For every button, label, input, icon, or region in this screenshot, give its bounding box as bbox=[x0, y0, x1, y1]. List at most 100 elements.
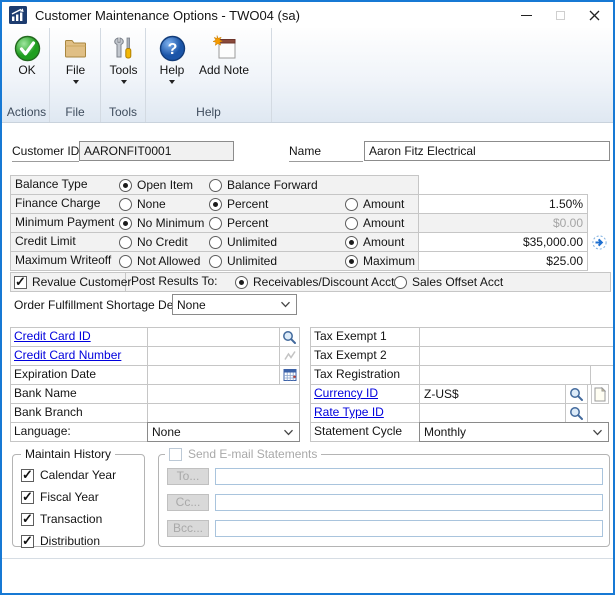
maintain-history-title: Maintain History bbox=[21, 447, 115, 461]
rate-type-id-field[interactable] bbox=[419, 403, 566, 423]
radio-label: No Credit bbox=[137, 235, 188, 249]
radio-fc-amount[interactable]: Amount bbox=[345, 194, 404, 214]
credit-limit-expansion-button[interactable] bbox=[591, 234, 607, 250]
rate-type-id-link[interactable]: Rate Type ID bbox=[314, 403, 384, 422]
radio-cl-amount[interactable]: Amount bbox=[345, 232, 404, 252]
radio-mw-not-allowed[interactable]: Not Allowed bbox=[119, 251, 200, 271]
radio-mp-amount[interactable]: Amount bbox=[345, 213, 404, 233]
customer-id-field[interactable]: AARONFIT0001 bbox=[79, 141, 234, 161]
transaction-checkbox[interactable]: Transaction bbox=[21, 512, 102, 526]
bank-name-field[interactable] bbox=[147, 384, 300, 404]
currency-id-link[interactable]: Currency ID bbox=[314, 384, 378, 403]
send-email-statements-group: Send E-mail Statements To... Cc... Bcc..… bbox=[158, 454, 610, 547]
radio-label: Amount bbox=[363, 216, 404, 230]
radio-balance-forward[interactable]: Balance Forward bbox=[209, 175, 318, 195]
order-fulfillment-value: None bbox=[173, 296, 280, 314]
cc-button: Cc... bbox=[167, 494, 209, 511]
left-panel: Credit Card ID Credit Card Number Expira… bbox=[10, 327, 300, 443]
rate-type-id-lookup-button[interactable] bbox=[565, 403, 588, 423]
tools-button[interactable]: Tools bbox=[101, 31, 146, 84]
radio-mw-maximum[interactable]: Maximum bbox=[345, 251, 415, 271]
expansion-icon bbox=[592, 235, 607, 250]
radio-receivables-discount-acct[interactable]: Receivables/Discount Acct bbox=[235, 272, 394, 292]
tax-exempt-2-field[interactable] bbox=[419, 346, 614, 366]
checkbox-icon bbox=[169, 448, 182, 461]
credit-card-id-link[interactable]: Credit Card ID bbox=[14, 327, 91, 346]
add-note-button[interactable]: Add Note bbox=[196, 31, 252, 77]
checkbox-label: Fiscal Year bbox=[40, 490, 99, 504]
expiration-date-label: Expiration Date bbox=[14, 365, 96, 384]
currency-id-lookup-button[interactable] bbox=[565, 384, 588, 404]
radio-fc-none[interactable]: None bbox=[119, 194, 166, 214]
radio-icon bbox=[119, 217, 132, 230]
radio-icon bbox=[119, 236, 132, 249]
lookup-icon bbox=[282, 330, 297, 345]
credit-card-id-field[interactable] bbox=[147, 327, 280, 347]
radio-mp-percent[interactable]: Percent bbox=[209, 213, 268, 233]
expiration-date-field[interactable] bbox=[147, 365, 280, 385]
credit-card-number-field[interactable] bbox=[147, 346, 280, 366]
radio-cl-no-credit[interactable]: No Credit bbox=[119, 232, 188, 252]
bank-name-label: Bank Name bbox=[14, 384, 77, 403]
credit-card-id-lookup-button[interactable] bbox=[279, 327, 300, 347]
statement-cycle-label: Statement Cycle bbox=[314, 422, 402, 441]
currency-id-field[interactable]: Z-US$ bbox=[419, 384, 566, 404]
distribution-checkbox[interactable]: Distribution bbox=[21, 534, 100, 548]
ok-button[interactable]: OK bbox=[4, 31, 50, 77]
ribbon: OK Actions File File T bbox=[2, 28, 613, 123]
ok-button-label: OK bbox=[4, 64, 50, 77]
checkbox-icon bbox=[21, 491, 34, 504]
ribbon-group-actions: OK Actions bbox=[4, 28, 50, 122]
chevron-down-icon bbox=[73, 80, 79, 84]
radio-label: Percent bbox=[227, 197, 268, 211]
ribbon-group-help: ? Help Add Note Help bbox=[146, 28, 272, 122]
ribbon-group-actions-label: Actions bbox=[4, 105, 49, 119]
expiration-date-calendar-button[interactable] bbox=[279, 365, 300, 385]
bank-branch-field[interactable] bbox=[147, 403, 300, 423]
bcc-field bbox=[215, 520, 603, 537]
order-fulfillment-select[interactable]: None bbox=[172, 294, 297, 315]
credit-limit-value-field[interactable]: $35,000.00 bbox=[418, 232, 588, 252]
add-note-icon bbox=[211, 35, 238, 62]
radio-icon bbox=[394, 276, 407, 289]
close-button[interactable] bbox=[577, 2, 611, 28]
radio-mp-no-minimum[interactable]: No Minimum bbox=[119, 213, 204, 233]
credit-card-number-link[interactable]: Credit Card Number bbox=[14, 346, 121, 365]
finance-charge-value-field[interactable]: 1.50% bbox=[418, 194, 588, 214]
maximize-button bbox=[543, 2, 577, 28]
tools-icon bbox=[110, 35, 137, 62]
radio-icon bbox=[209, 179, 222, 192]
minimum-payment-value-field: $0.00 bbox=[418, 213, 588, 233]
maintain-history-group: Maintain History Calendar Year Fiscal Ye… bbox=[12, 454, 145, 547]
radio-cl-unlimited[interactable]: Unlimited bbox=[209, 232, 277, 252]
checkbox-label: Calendar Year bbox=[40, 468, 116, 482]
file-button-label: File bbox=[50, 64, 101, 77]
radio-icon bbox=[209, 217, 222, 230]
currency-note-button[interactable] bbox=[591, 384, 609, 404]
radio-label: Amount bbox=[363, 197, 404, 211]
bank-branch-label: Bank Branch bbox=[14, 403, 83, 422]
lookup-icon bbox=[569, 406, 584, 421]
file-button[interactable]: File bbox=[50, 31, 101, 84]
folder-icon bbox=[62, 35, 89, 62]
fiscal-year-checkbox[interactable]: Fiscal Year bbox=[21, 490, 99, 504]
tax-exempt-1-field[interactable] bbox=[419, 327, 614, 347]
tax-registration-field[interactable] bbox=[419, 365, 591, 385]
revalue-customer-checkbox[interactable]: Revalue Customer bbox=[14, 272, 131, 292]
language-select[interactable]: None bbox=[147, 422, 300, 442]
language-label: Language: bbox=[14, 422, 71, 441]
ribbon-group-file: File File bbox=[50, 28, 101, 122]
radio-fc-percent[interactable]: Percent bbox=[209, 194, 268, 214]
calendar-year-checkbox[interactable]: Calendar Year bbox=[21, 468, 116, 482]
name-field[interactable]: Aaron Fitz Electrical bbox=[364, 141, 610, 161]
add-note-button-label: Add Note bbox=[196, 64, 252, 77]
help-button[interactable]: ? Help bbox=[150, 31, 194, 84]
titlebar: Customer Maintenance Options - TWO04 (sa… bbox=[2, 2, 613, 28]
radio-mw-unlimited[interactable]: Unlimited bbox=[209, 251, 277, 271]
statement-cycle-select[interactable]: Monthly bbox=[419, 422, 609, 442]
tax-exempt-1-label: Tax Exempt 1 bbox=[314, 327, 387, 346]
radio-open-item[interactable]: Open Item bbox=[119, 175, 193, 195]
maximum-writeoff-value-field[interactable]: $25.00 bbox=[418, 251, 588, 271]
radio-sales-offset-acct[interactable]: Sales Offset Acct bbox=[394, 272, 503, 292]
minimize-button[interactable] bbox=[509, 2, 543, 28]
